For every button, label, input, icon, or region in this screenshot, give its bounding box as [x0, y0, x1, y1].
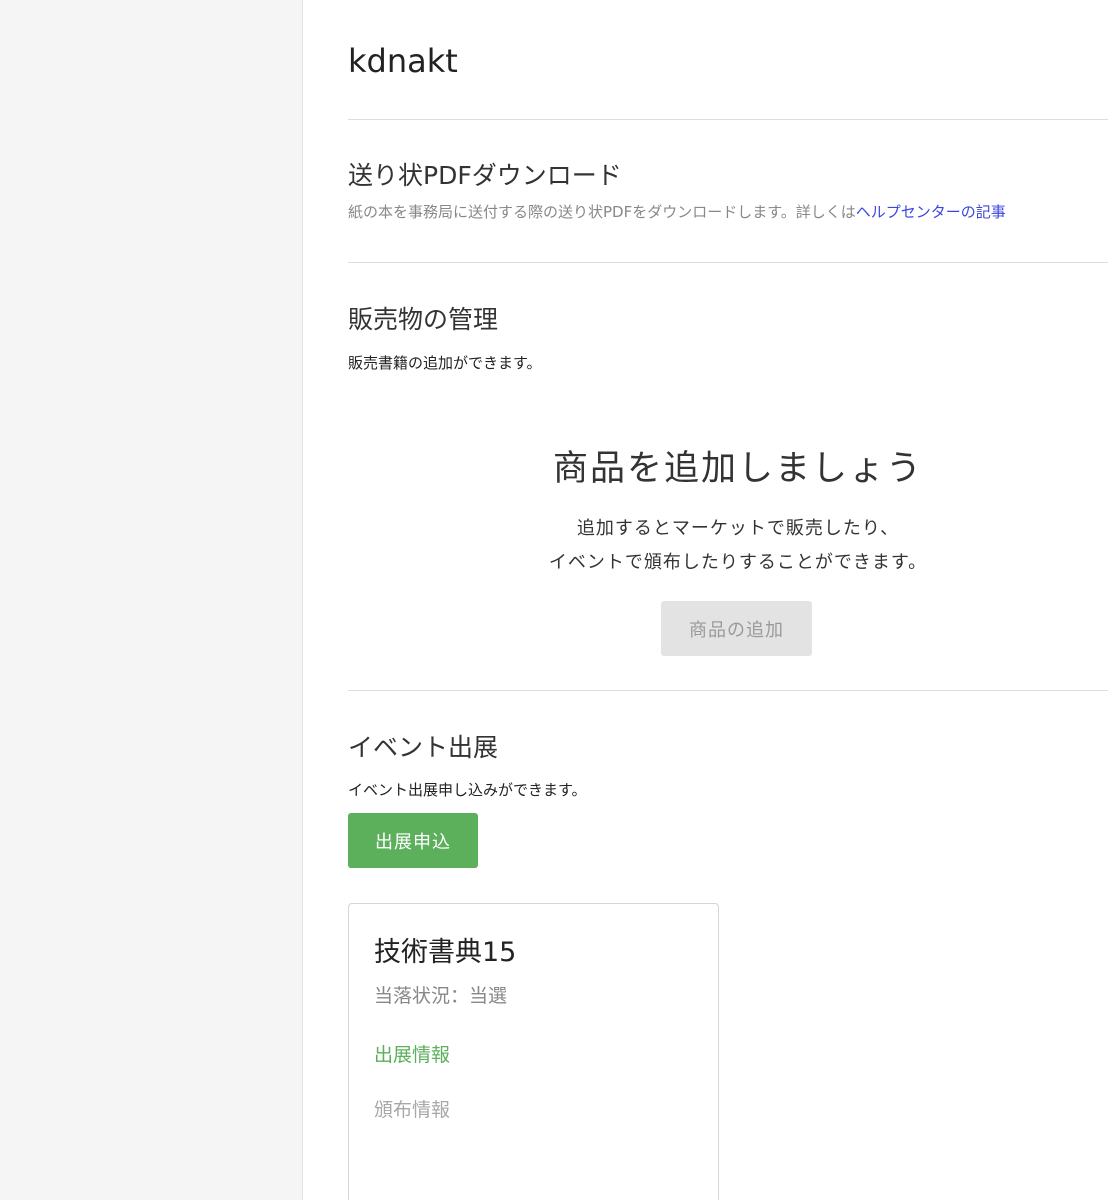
distribution-info-link: 頒布情報: [374, 1099, 451, 1121]
invoice-section-heading: 送り状PDFダウンロード: [348, 161, 622, 190]
products-section-description: 販売書籍の追加ができます。: [348, 354, 542, 372]
exhibit-info-link[interactable]: 出展情報: [374, 1040, 450, 1067]
divider: [348, 690, 1108, 691]
events-section-heading: イベント出展: [348, 733, 499, 762]
divider: [348, 262, 1108, 263]
event-card: 技術書典15 当落状況：当選 出展情報 頒布情報: [348, 903, 719, 1200]
add-product-button[interactable]: 商品の追加: [661, 601, 812, 656]
invoice-section-description: 紙の本を事務局に送付する際の送り状PDFをダウンロードします。詳しくはヘルプセン…: [348, 201, 1006, 222]
divider: [348, 119, 1108, 120]
empty-state-text-line2: イベントで頒布したりすることができます。: [548, 552, 928, 573]
sidebar: [0, 0, 303, 1200]
main-content: kdnakt 送り状PDFダウンロード 紙の本を事務局に送付する際の送り状PDF…: [303, 0, 1108, 1200]
apply-exhibit-button[interactable]: 出展申込: [348, 813, 478, 868]
event-card-status: 当落状況：当選: [374, 985, 508, 1007]
invoice-description-text: 紙の本を事務局に送付する際の送り状PDFをダウンロードします。詳しくは: [348, 203, 856, 221]
page-title: kdnakt: [348, 42, 458, 80]
help-center-link[interactable]: ヘルプセンターの記事: [856, 203, 1006, 221]
empty-state-heading: 商品を追加しましょう: [552, 449, 923, 489]
products-section-heading: 販売物の管理: [348, 305, 499, 334]
events-section-description: イベント出展申し込みができます。: [348, 781, 587, 799]
event-card-title: 技術書典15: [374, 937, 517, 968]
empty-state-text-line1: 追加するとマーケットで販売したり、: [576, 518, 900, 539]
